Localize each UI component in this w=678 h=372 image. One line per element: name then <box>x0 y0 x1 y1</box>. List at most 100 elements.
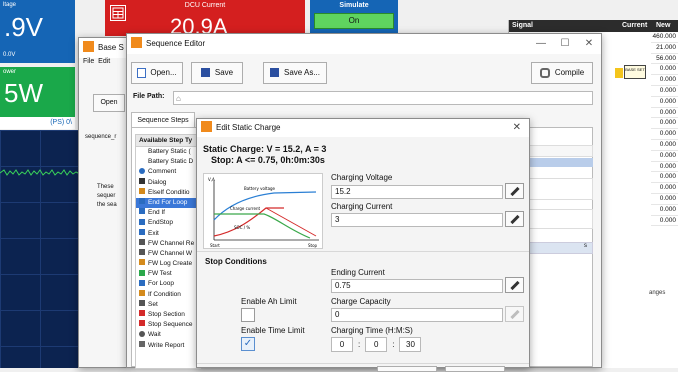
minimize-icon[interactable]: — <box>529 34 553 54</box>
arrow-icon <box>139 218 145 225</box>
signal-table-header: Signal Current New <box>509 20 678 32</box>
graph-y-label: V,A <box>208 177 215 182</box>
app-icon <box>131 37 142 49</box>
step-item[interactable]: End For Loop <box>136 197 200 209</box>
base-open-button[interactable]: Open <box>93 94 125 112</box>
step-item[interactable]: FW Log Create <box>136 259 200 269</box>
step-item[interactable]: FW Test <box>136 269 200 279</box>
enable-time-limit-checkbox[interactable]: ✓ <box>241 337 255 351</box>
edit-ending-current-button[interactable] <box>505 277 524 293</box>
divider <box>197 363 529 364</box>
step-item[interactable]: If Condition <box>136 289 200 300</box>
edit-charging-voltage-button[interactable] <box>505 183 524 199</box>
value-cell: 0.000 <box>651 140 678 151</box>
charge-capacity-label: Charge Capacity <box>331 297 391 306</box>
base-menu: File Edit <box>83 58 110 65</box>
step-label: EndStop <box>148 219 173 227</box>
base-body-text: These sequer the sea <box>97 184 117 208</box>
maximize-icon[interactable]: ☐ <box>553 34 577 54</box>
charging-voltage-field[interactable]: 15.2 <box>331 185 503 199</box>
edit-charge-capacity-button[interactable] <box>505 306 524 322</box>
compile-button[interactable]: Compile <box>531 62 593 84</box>
menu-file[interactable]: File <box>83 58 94 65</box>
step-item[interactable]: FW Channel Re <box>136 238 200 249</box>
step-label: Stop Section <box>148 311 185 318</box>
dialog-close-icon[interactable]: ✕ <box>513 119 521 137</box>
tiny-btn[interactable]: BASE SET <box>619 65 649 79</box>
branch-icon <box>139 289 145 296</box>
step-item[interactable]: Set <box>136 300 200 310</box>
time-seconds-field[interactable]: 30 <box>399 337 422 352</box>
enable-ah-limit-checkbox[interactable] <box>241 308 255 322</box>
value-cell: 56.000 <box>651 54 678 65</box>
charge-capacity-field[interactable]: 0 <box>331 308 503 322</box>
side-panel-selected <box>525 158 593 167</box>
step-item[interactable]: Stop Sequence <box>136 320 200 330</box>
time-hours-field[interactable]: 0 <box>331 337 353 352</box>
step-label: Battery Static D <box>148 158 194 166</box>
enable-time-limit-label: Enable Time Limit <box>241 326 305 335</box>
file-path-field[interactable]: ⌂ <box>173 91 593 105</box>
voltage-tile: ltage .9V 0.0V <box>0 0 75 63</box>
step-item[interactable]: Exit <box>136 228 200 239</box>
arrow-icon <box>139 228 145 235</box>
available-steps-header: Available Step Ty <box>136 135 200 147</box>
step-label: For Loop <box>148 280 175 288</box>
floppy-icon <box>200 68 210 78</box>
value-cell: 0.000 <box>651 183 678 194</box>
simulate-toggle[interactable]: On <box>314 13 394 29</box>
simulate-tile: Simulate On <box>310 0 398 36</box>
new-header: New <box>656 22 671 29</box>
ending-current-label: Ending Current <box>331 268 385 277</box>
battery-voltage-label: Battery voltage <box>244 186 276 191</box>
step-label: Exit <box>148 229 159 237</box>
step-item[interactable]: Stop Section <box>136 310 200 320</box>
step-item[interactable]: EndStop <box>136 218 200 228</box>
new-values-column: 460.000 21.000 56.000 0.000 0.000 0.000 … <box>651 32 678 227</box>
dialog-button[interactable] <box>445 366 505 372</box>
step-item[interactable]: Elself Conditio <box>136 188 200 198</box>
channel-icon <box>139 249 145 256</box>
step-item[interactable]: Comment <box>136 167 200 177</box>
dialog-titlebar: Edit Static Charge ✕ <box>197 119 529 137</box>
step-item[interactable]: Battery Static ( <box>136 147 200 157</box>
charging-current-field[interactable]: 3 <box>331 213 503 227</box>
warning-icon <box>615 68 623 78</box>
base-window: Base S File Edit Open sequence_r These se… <box>78 37 128 368</box>
save-as-button[interactable]: Save As... <box>263 62 327 84</box>
menu-edit[interactable]: Edit <box>98 58 110 65</box>
ps-suffix: 0\ <box>66 119 72 126</box>
time-minutes-field[interactable]: 0 <box>365 337 388 352</box>
value-cell: 0.000 <box>651 172 678 184</box>
ps-row: (PS) 0\ <box>0 117 75 129</box>
value-cell: 0.000 <box>651 151 678 162</box>
charge-profile-graph: V,A Battery voltage Charge current SOC /… <box>203 173 323 249</box>
close-icon[interactable]: ✕ <box>577 34 601 54</box>
step-item[interactable]: Wait <box>136 330 200 340</box>
step-item[interactable]: Battery Static D <box>136 157 200 167</box>
step-item[interactable]: Dialog <box>136 177 200 188</box>
step-item[interactable]: End If <box>136 208 200 218</box>
loop-icon <box>139 279 145 286</box>
ending-current-field[interactable]: 0.75 <box>331 279 503 293</box>
step-label: Set <box>148 300 158 308</box>
stop-icon <box>139 310 145 317</box>
dialog-button[interactable] <box>377 366 437 372</box>
edit-static-charge-dialog: Edit Static Charge ✕ Static Charge: V = … <box>196 118 530 372</box>
step-label: Wait <box>148 331 161 339</box>
value-cell: 0.000 <box>651 118 678 130</box>
charging-current-label: Charging Current <box>331 202 393 211</box>
charging-time-label: Charging Time (H:M:S) <box>331 326 413 335</box>
tab-sequence-steps[interactable]: Sequence Steps <box>131 112 195 128</box>
step-item[interactable]: FW Channel W <box>136 249 200 259</box>
save-button[interactable]: Save <box>191 62 243 84</box>
value-cell: 0.000 <box>651 97 678 108</box>
step-item[interactable]: Write Report <box>136 340 200 351</box>
power-value: 5W <box>4 78 43 108</box>
edit-charging-current-button[interactable] <box>505 211 524 227</box>
open-button[interactable]: Open... <box>131 62 183 84</box>
compile-icon <box>539 67 550 78</box>
value-cell: 0.000 <box>651 64 678 76</box>
step-item[interactable]: For Loop <box>136 279 200 289</box>
folder-icon: ⌂ <box>176 94 181 103</box>
